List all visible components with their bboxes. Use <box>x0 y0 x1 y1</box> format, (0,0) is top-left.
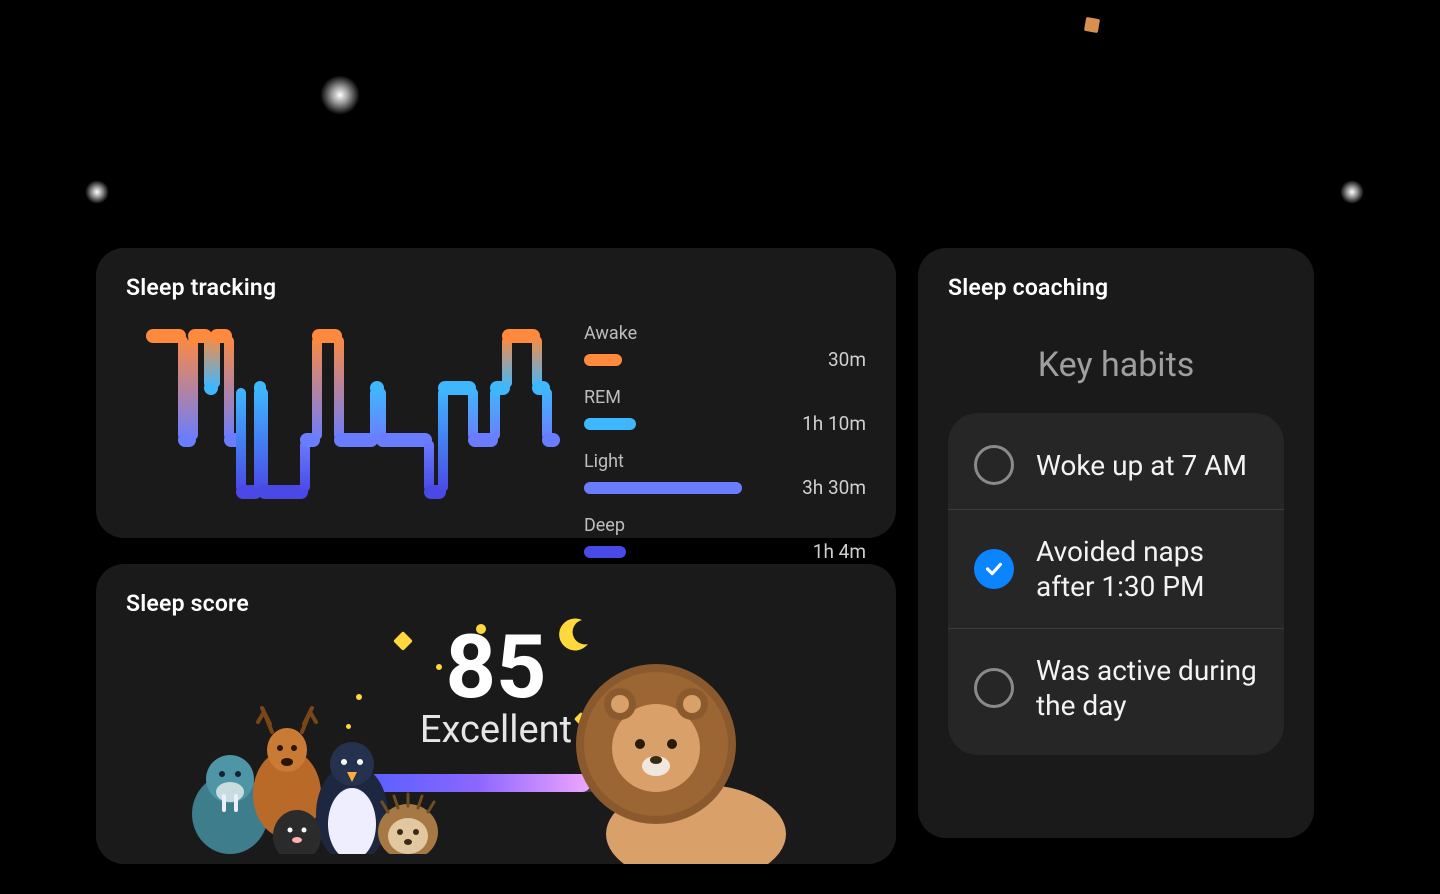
habit-item[interactable]: Avoided naps after 1:30 PM <box>948 509 1284 628</box>
legend-item-deep: Deep 1h 4m <box>584 515 866 563</box>
card-title: Sleep coaching <box>948 274 1284 301</box>
sparkle-icon <box>85 180 109 204</box>
radio-unchecked-icon[interactable] <box>974 445 1014 485</box>
sleep-coaching-card[interactable]: Sleep coaching Key habits Woke up at 7 A… <box>918 248 1314 838</box>
legend-item-light: Light 3h 30m <box>584 451 866 499</box>
habit-item[interactable]: Woke up at 7 AM <box>948 421 1284 509</box>
sparkle-icon <box>1340 180 1364 204</box>
lion-character <box>546 644 786 864</box>
card-title: Sleep score <box>126 590 866 617</box>
habit-text: Was active during the day <box>1036 653 1258 723</box>
sleep-animals-group <box>192 664 452 844</box>
habit-text: Woke up at 7 AM <box>1036 448 1247 483</box>
rem-pill-icon <box>584 418 636 430</box>
habit-item[interactable]: Was active during the day <box>948 628 1284 747</box>
card-title: Sleep tracking <box>126 274 866 301</box>
deep-pill-icon <box>584 546 626 558</box>
sparkle-icon <box>1084 17 1100 33</box>
habits-list: Woke up at 7 AM Avoided naps after 1:30 … <box>948 413 1284 755</box>
section-heading: Key habits <box>948 345 1284 385</box>
awake-pill-icon <box>584 354 622 366</box>
radio-unchecked-icon[interactable] <box>974 668 1014 708</box>
sleep-tracking-card[interactable]: Sleep tracking <box>96 248 896 538</box>
legend-item-awake: Awake 30m <box>584 323 866 371</box>
light-pill-icon <box>584 482 742 494</box>
hypnogram-chart <box>126 329 554 509</box>
check-circle-icon[interactable] <box>974 549 1014 589</box>
sleep-score-card[interactable]: Sleep score 85 Excellent <box>96 564 896 864</box>
sparkle-icon <box>320 75 360 115</box>
stage-legend: Awake 30m REM 1h 10m Light 3h 30m <box>584 323 866 563</box>
habit-text: Avoided naps after 1:30 PM <box>1036 534 1258 604</box>
legend-item-rem: REM 1h 10m <box>584 387 866 435</box>
